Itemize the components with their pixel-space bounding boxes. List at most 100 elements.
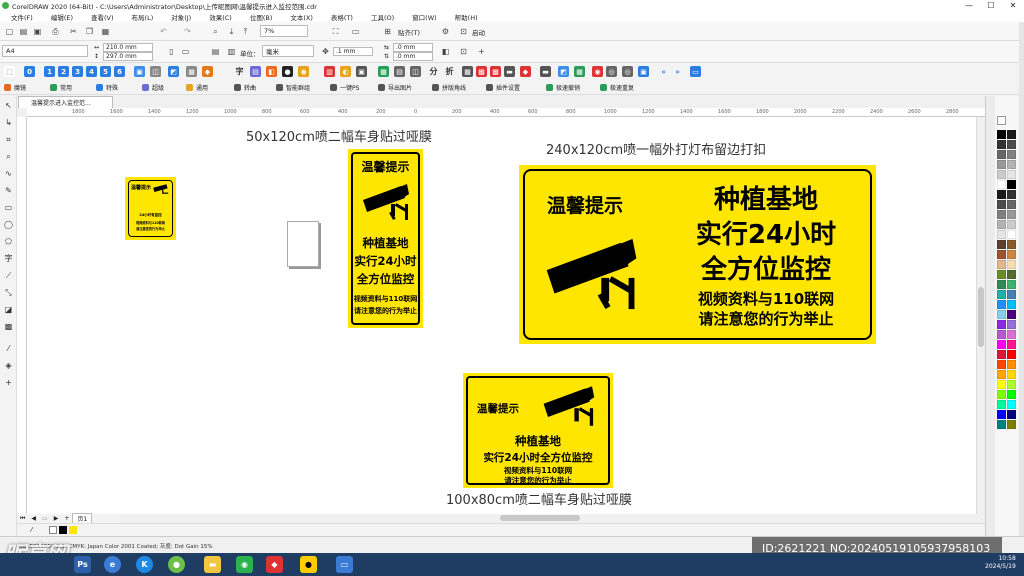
plugin-z-icon[interactable]: ◎ xyxy=(622,66,633,77)
collapse-right-icon[interactable]: » xyxy=(672,66,683,77)
print-icon[interactable]: ⎙ xyxy=(50,26,61,37)
duplicate-distance-x-field[interactable]: .0 mm xyxy=(393,43,433,52)
text-tool-icon[interactable]: 字 xyxy=(3,253,14,264)
palette-swatch[interactable] xyxy=(997,340,1006,349)
menu-edit[interactable]: 编辑(E) xyxy=(42,12,82,22)
page-frame-icon[interactable]: ⊡ xyxy=(458,46,469,57)
palette-swatch[interactable] xyxy=(997,170,1006,179)
next-page-icon[interactable]: ▶ xyxy=(51,515,62,522)
palette-swatch[interactable] xyxy=(1007,170,1016,179)
copy-icon[interactable]: ❐ xyxy=(84,26,95,37)
rulers-icon[interactable]: ▭ xyxy=(350,26,361,37)
parallel-dimension-tool-icon[interactable]: ⟋ xyxy=(3,270,14,281)
vertical-scroll-thumb[interactable] xyxy=(978,287,984,347)
taskbar-clock[interactable]: 10:58 2024/5/19 xyxy=(985,555,1016,571)
plugin-l-icon[interactable]: ▣ xyxy=(356,66,367,77)
sign-medium[interactable]: 温馨提示 种植基地 实行24小时全方位监控 视频资料与110联网 请注意您的行为… xyxy=(463,373,613,488)
palette-swatch[interactable] xyxy=(997,180,1006,189)
freehand-tool-icon[interactable]: ∿ xyxy=(3,168,14,179)
palette-swatch[interactable] xyxy=(1007,350,1016,359)
plugin-button-4[interactable]: 4 xyxy=(86,66,97,77)
palette-swatch[interactable] xyxy=(997,140,1006,149)
browser-taskbar-icon[interactable]: e xyxy=(104,556,121,573)
palette-swatch[interactable] xyxy=(1007,220,1016,229)
plugin-k-icon[interactable]: ◐ xyxy=(340,66,351,77)
palette-swatch[interactable] xyxy=(997,260,1006,269)
palette-swatch[interactable] xyxy=(1007,420,1016,429)
palette-swatch[interactable] xyxy=(997,380,1006,389)
plugin-g-icon[interactable]: ◧ xyxy=(266,66,277,77)
plugin-c-icon[interactable]: ◩ xyxy=(168,66,179,77)
palette-swatch[interactable] xyxy=(1007,260,1016,269)
menu-effects[interactable]: 效果(C) xyxy=(200,12,241,22)
palette-swatch[interactable] xyxy=(997,130,1006,139)
pick-tool-icon[interactable]: ↖ xyxy=(3,100,14,111)
palette-swatch[interactable] xyxy=(1007,150,1016,159)
palette-swatch[interactable] xyxy=(997,160,1006,169)
palette-swatch[interactable] xyxy=(1007,160,1016,169)
menu-table[interactable]: 表格(T) xyxy=(322,12,362,22)
eyedropper-icon[interactable]: ⁄ xyxy=(31,526,32,534)
snap-to-label[interactable]: 贴齐(T) xyxy=(398,27,420,37)
plugin-w-icon[interactable]: ▦ xyxy=(574,66,585,77)
palette-swatch[interactable] xyxy=(997,250,1006,259)
plugin-char-icon[interactable]: 字 xyxy=(234,66,245,77)
common-button[interactable]: 常用 xyxy=(50,82,72,93)
polygon-tool-icon[interactable]: ⬠ xyxy=(3,236,14,247)
new-document-icon[interactable]: ▢ xyxy=(4,26,15,37)
plugin-p-icon[interactable]: ▦ xyxy=(462,66,473,77)
palette-swatch[interactable] xyxy=(997,300,1006,309)
sign-large[interactable]: 温馨提示 种植基地 实行24小时 全方位监控 视频资料与110联网 请注意您的行… xyxy=(519,165,876,344)
special-button[interactable]: 特殊 xyxy=(96,82,118,93)
no-fill-swatch[interactable] xyxy=(997,116,1006,125)
page-size-combo[interactable]: A4 xyxy=(2,45,88,57)
palette-swatch[interactable] xyxy=(997,420,1006,429)
palette-swatch[interactable] xyxy=(997,220,1006,229)
page-thumbnail[interactable] xyxy=(287,221,319,267)
plugin-button-0[interactable]: 0 xyxy=(24,66,35,77)
wechat-taskbar-icon[interactable]: ◉ xyxy=(236,556,253,573)
plugin-button-5[interactable]: 5 xyxy=(100,66,111,77)
document-tab[interactable]: 温馨提示进入监控范... xyxy=(18,96,113,108)
plugin-button-2[interactable]: 2 xyxy=(58,66,69,77)
cut-icon[interactable]: ✂ xyxy=(68,26,79,37)
plugin-aa-icon[interactable]: ▣ xyxy=(638,66,649,77)
plugin-i-icon[interactable]: ◉ xyxy=(298,66,309,77)
palette-swatch[interactable] xyxy=(997,210,1006,219)
palette-swatch[interactable] xyxy=(1007,280,1016,289)
palette-swatch[interactable] xyxy=(1007,340,1016,349)
maximize-button[interactable]: ☐ xyxy=(980,0,1002,11)
plugin-b-icon[interactable]: ◫ xyxy=(150,66,161,77)
pointer-plugin-icon[interactable]: ⬚ xyxy=(4,66,15,77)
red-app-taskbar-icon[interactable]: ◆ xyxy=(266,556,283,573)
one-click-ps-button[interactable]: 一键PS xyxy=(330,82,359,93)
plugin-t-icon[interactable]: ◆ xyxy=(520,66,531,77)
crop-tool-icon[interactable]: ⌗ xyxy=(3,134,14,145)
general-button[interactable]: 通用 xyxy=(186,82,208,93)
palette-swatch[interactable] xyxy=(997,230,1006,239)
plugin-j-icon[interactable]: ▥ xyxy=(324,66,335,77)
eyedropper-tool-icon[interactable]: ⁄ xyxy=(3,343,14,354)
plugin-s-icon[interactable]: ▬ xyxy=(504,66,515,77)
super-button[interactable]: 超级 xyxy=(142,82,164,93)
close-button[interactable]: ✕ xyxy=(1002,0,1024,11)
plugin-button-3[interactable]: 3 xyxy=(72,66,83,77)
menu-file[interactable]: 文件(F) xyxy=(2,12,42,22)
current-page-icon[interactable]: ▥ xyxy=(226,46,237,57)
palette-swatch[interactable] xyxy=(1007,300,1016,309)
smart-group-button[interactable]: 智能群组 xyxy=(276,82,310,93)
palette-swatch[interactable] xyxy=(1007,400,1016,409)
palette-swatch[interactable] xyxy=(997,240,1006,249)
plugin-n-icon[interactable]: ▤ xyxy=(394,66,405,77)
duplicate-distance-y-field[interactable]: .0 mm xyxy=(393,52,433,61)
plugin-split-icon[interactable]: 分 xyxy=(428,66,439,77)
palette-swatch[interactable] xyxy=(1007,410,1016,419)
artistic-media-tool-icon[interactable]: ✎ xyxy=(3,185,14,196)
palette-swatch[interactable] xyxy=(997,280,1006,289)
all-pages-icon[interactable]: ▤ xyxy=(210,46,221,57)
palette-swatch[interactable] xyxy=(1007,200,1016,209)
plugin-o-icon[interactable]: ◫ xyxy=(410,66,421,77)
imposition-marks-button[interactable]: 拼版角线 xyxy=(432,82,466,93)
treat-as-filled-icon[interactable]: ◧ xyxy=(440,46,451,57)
palette-swatch[interactable] xyxy=(1007,380,1016,389)
